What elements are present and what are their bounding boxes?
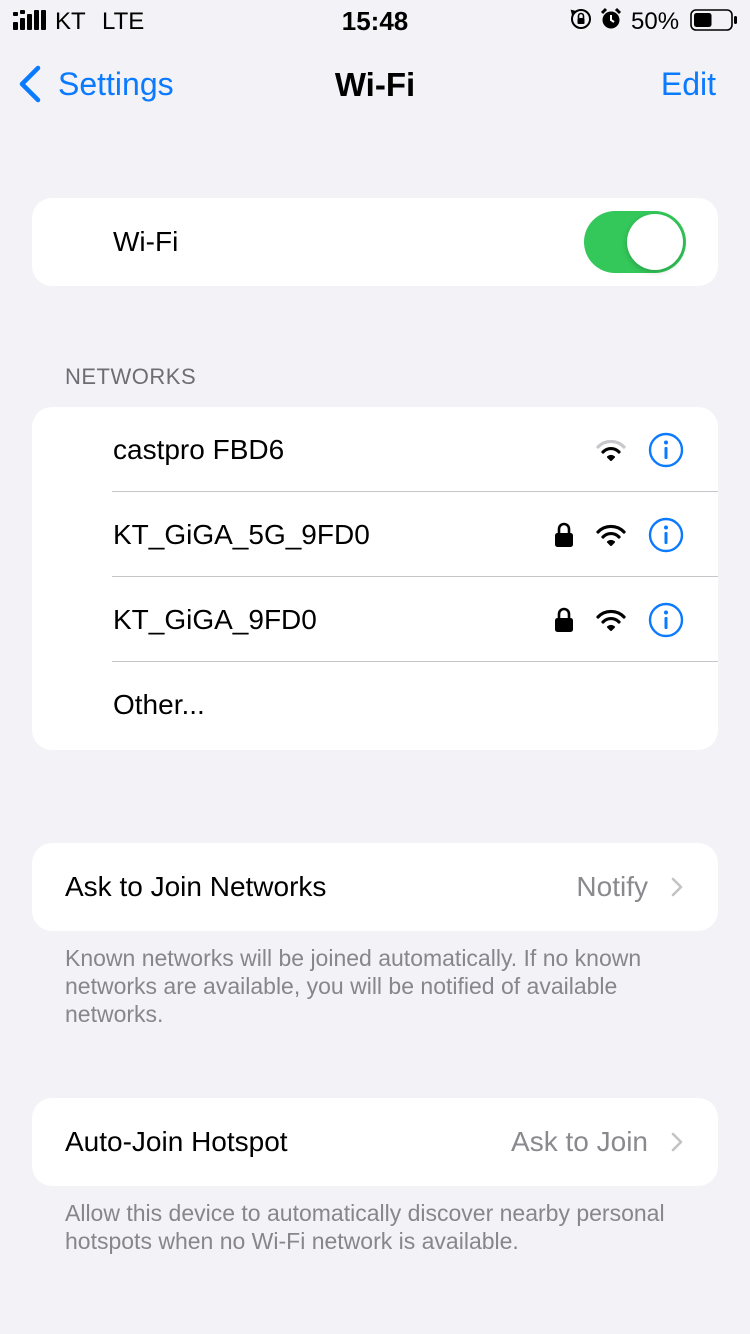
network-name: KT_GiGA_5G_9FD0 xyxy=(113,518,370,550)
wifi-signal-full-icon xyxy=(596,524,626,546)
wifi-toggle-group: Wi-Fi xyxy=(32,198,718,286)
networks-list: castpro FBD6 KT_GiGA_5G_9FD0 KT_GiGA_9FD… xyxy=(32,407,718,750)
chevron-right-icon xyxy=(671,1132,683,1152)
ask-to-join-value: Notify xyxy=(576,871,648,902)
wifi-settings-screen: KT LTE 15:48 50% Settings Wi-Fi Edit Wi-… xyxy=(0,0,750,1334)
auto-join-hotspot-value: Ask to Join xyxy=(511,1126,648,1157)
orientation-lock-icon xyxy=(570,9,591,29)
lock-icon xyxy=(555,607,573,632)
page-title: Wi-Fi xyxy=(334,66,416,103)
battery-percent: 50% xyxy=(631,8,680,35)
ask-to-join-label: Ask to Join Networks xyxy=(65,871,327,902)
ask-to-join-footnote: Known networks will be joined automatica… xyxy=(65,945,642,1027)
ask-to-join-row[interactable]: Ask to Join Networks Notify xyxy=(32,843,718,931)
network-row-castpro[interactable]: castpro FBD6 xyxy=(32,407,718,492)
network-name: KT_GiGA_9FD0 xyxy=(113,603,317,635)
battery-icon xyxy=(690,9,737,31)
other-network-label: Other... xyxy=(113,688,205,720)
wifi-toggle-switch[interactable] xyxy=(584,211,686,273)
network-name: castpro FBD6 xyxy=(113,433,285,465)
lock-icon xyxy=(555,522,573,547)
wifi-toggle-row: Wi-Fi xyxy=(32,198,718,286)
auto-join-hotspot-label: Auto-Join Hotspot xyxy=(65,1126,288,1157)
wifi-signal-full-icon xyxy=(596,609,626,631)
other-network-row[interactable]: Other... xyxy=(32,662,718,747)
network-row-kt-giga[interactable]: KT_GiGA_9FD0 xyxy=(32,577,718,662)
auto-join-hotspot-group: Auto-Join Hotspot Ask to Join xyxy=(32,1098,718,1186)
info-icon[interactable] xyxy=(648,602,684,638)
info-icon[interactable] xyxy=(648,432,684,468)
info-icon[interactable] xyxy=(648,517,684,553)
edit-button[interactable]: Edit xyxy=(661,66,716,103)
toggle-knob xyxy=(627,214,683,270)
wifi-signal-weak-icon xyxy=(596,439,626,461)
navigation-bar: Settings Wi-Fi Edit xyxy=(0,40,750,128)
wifi-toggle-label: Wi-Fi xyxy=(113,226,179,257)
auto-join-hotspot-row[interactable]: Auto-Join Hotspot Ask to Join xyxy=(32,1098,718,1186)
network-row-kt-giga-5g[interactable]: KT_GiGA_5G_9FD0 xyxy=(32,492,718,577)
status-bar: KT LTE 15:48 50% xyxy=(0,0,750,40)
ask-to-join-group: Ask to Join Networks Notify xyxy=(32,843,718,931)
chevron-right-icon xyxy=(671,877,683,897)
auto-join-hotspot-footnote: Allow this device to automatically disco… xyxy=(65,1200,665,1254)
alarm-icon xyxy=(600,7,622,29)
networks-section-header: NETWORKS xyxy=(65,364,197,389)
